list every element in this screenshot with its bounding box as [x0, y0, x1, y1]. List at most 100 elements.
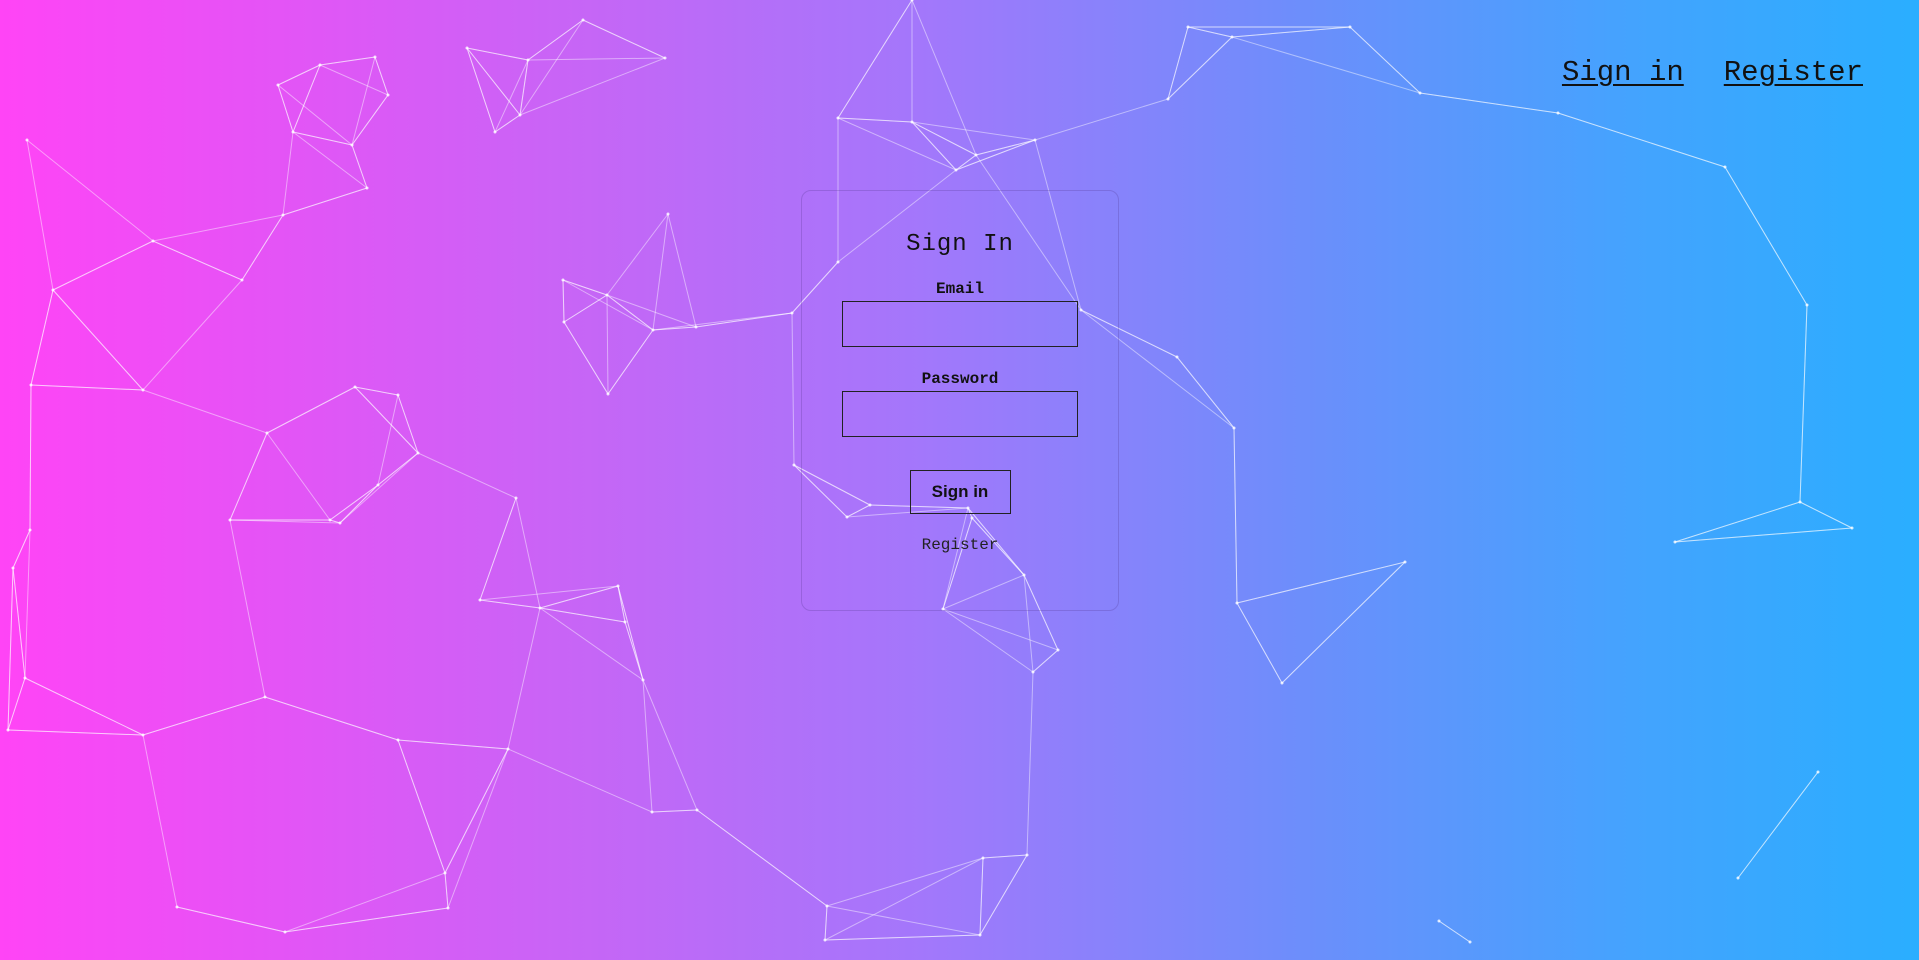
- network-line: [339, 452, 419, 524]
- network-line: [911, 121, 957, 171]
- network-line: [642, 679, 698, 811]
- network-node: [23, 676, 27, 680]
- network-node: [416, 451, 420, 455]
- network-line: [1438, 920, 1471, 943]
- network-node: [1280, 681, 1284, 685]
- network-line: [266, 432, 331, 521]
- network-node: [561, 278, 565, 282]
- network-node: [1186, 25, 1190, 29]
- network-line: [397, 739, 509, 750]
- network-node: [151, 239, 155, 243]
- network-line: [1419, 92, 1559, 114]
- network-line: [142, 734, 178, 908]
- network-node: [605, 293, 609, 297]
- network-node: [276, 83, 280, 87]
- network-node: [1798, 500, 1802, 504]
- network-node: [28, 528, 32, 532]
- network-line: [1799, 501, 1853, 529]
- network-line: [607, 329, 654, 395]
- network-node: [666, 212, 670, 216]
- network-node: [11, 566, 15, 570]
- network-node: [493, 130, 497, 134]
- network-line: [1026, 671, 1034, 856]
- network-line: [351, 94, 389, 146]
- network-node: [623, 620, 627, 624]
- network-node: [1418, 91, 1422, 95]
- network-node: [981, 856, 985, 860]
- network-line: [942, 608, 1034, 673]
- network-line: [979, 854, 1028, 936]
- signin-button[interactable]: Sign in: [909, 470, 1011, 514]
- network-node: [443, 871, 447, 875]
- network-node: [650, 810, 654, 814]
- network-line: [582, 19, 666, 59]
- network-node: [29, 383, 33, 387]
- network-line: [563, 321, 609, 395]
- network-node: [263, 695, 267, 699]
- password-field[interactable]: [842, 391, 1078, 437]
- network-line: [282, 131, 294, 216]
- network-node: [1736, 876, 1740, 880]
- network-node: [562, 320, 566, 324]
- page-title: Sign In: [906, 231, 1014, 258]
- network-line: [942, 608, 1059, 651]
- network-line: [229, 432, 268, 521]
- network-node: [240, 278, 244, 282]
- network-node: [1230, 35, 1234, 39]
- network-node: [974, 153, 978, 157]
- network-line: [1167, 36, 1233, 100]
- network-node: [25, 138, 29, 142]
- network-line: [1281, 561, 1406, 684]
- email-field[interactable]: [842, 301, 1078, 347]
- network-node: [1232, 426, 1236, 430]
- network-node: [1031, 670, 1035, 674]
- network-node: [514, 496, 518, 500]
- network-node: [641, 678, 645, 682]
- password-label: Password: [921, 370, 999, 388]
- network-node: [386, 93, 390, 97]
- network-line: [444, 872, 449, 909]
- network-node: [792, 463, 796, 467]
- network-line: [152, 214, 284, 242]
- network-node: [1556, 111, 1560, 115]
- network-line: [339, 484, 379, 524]
- network-line: [397, 739, 446, 874]
- nav-signin-link[interactable]: Sign in: [1562, 56, 1684, 89]
- network-line: [1236, 602, 1283, 684]
- network-node: [606, 392, 610, 396]
- network-line: [30, 384, 144, 391]
- network-line: [52, 289, 144, 391]
- network-line: [1557, 112, 1726, 168]
- network-line: [30, 289, 54, 386]
- network-line: [1349, 26, 1421, 94]
- network-line: [12, 529, 31, 569]
- network-node: [373, 55, 377, 59]
- network-line: [1724, 166, 1808, 306]
- network-node: [6, 728, 10, 732]
- nav-register-link[interactable]: Register: [1724, 56, 1863, 89]
- email-label: Email: [935, 280, 984, 298]
- network-node: [1850, 526, 1854, 530]
- network-line: [955, 139, 1036, 171]
- network-node: [506, 747, 510, 751]
- network-line: [667, 213, 697, 328]
- network-line: [229, 519, 266, 698]
- network-node: [823, 938, 827, 942]
- network-node: [651, 328, 655, 332]
- network-node: [318, 63, 322, 67]
- network-line: [791, 312, 795, 466]
- network-node: [353, 385, 357, 389]
- network-node: [478, 598, 482, 602]
- network-line: [519, 57, 666, 116]
- register-link[interactable]: Register: [922, 536, 999, 554]
- network-line: [277, 84, 353, 146]
- network-line: [563, 294, 608, 323]
- network-node: [518, 113, 522, 117]
- network-line: [142, 696, 266, 736]
- network-node: [825, 904, 829, 908]
- network-line: [837, 117, 913, 123]
- network-node: [1166, 97, 1170, 101]
- network-line: [539, 607, 626, 623]
- network-node: [1723, 165, 1727, 169]
- network-line: [7, 567, 14, 731]
